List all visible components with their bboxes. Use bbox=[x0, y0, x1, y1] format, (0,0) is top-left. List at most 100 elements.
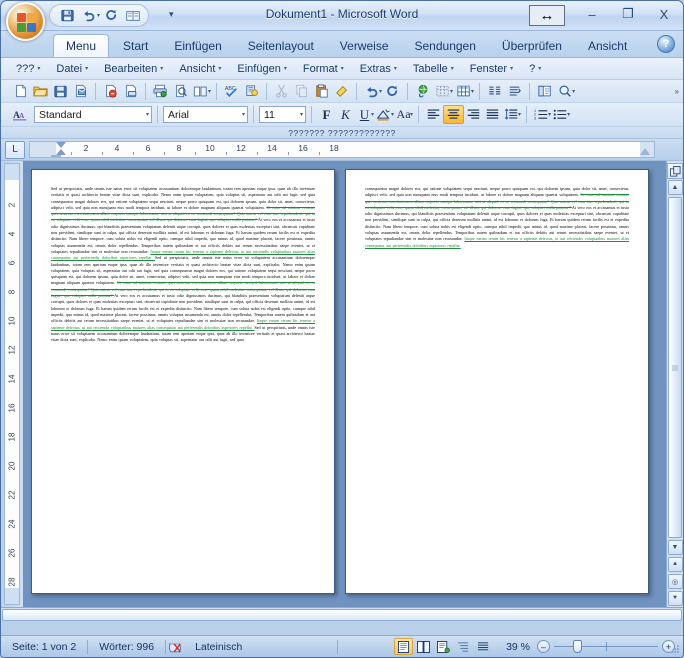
italic-button[interactable]: K bbox=[336, 105, 355, 124]
right-indent-marker[interactable] bbox=[640, 148, 650, 155]
menu-extras[interactable]: Extras ▾ bbox=[353, 61, 404, 77]
web-layout-view-button[interactable] bbox=[434, 638, 453, 655]
horizontal-scroll-thumb[interactable] bbox=[2, 609, 682, 621]
tab-menu[interactable]: Menu bbox=[53, 34, 110, 57]
language-status[interactable]: Lateinisch bbox=[184, 641, 253, 653]
page-status[interactable]: Seite: 1 von 2 bbox=[1, 641, 87, 653]
full-screen-reading-view-button[interactable] bbox=[414, 638, 433, 655]
print-preview-page-icon[interactable] bbox=[171, 82, 190, 101]
style-combo[interactable]: Standard ▾ bbox=[34, 106, 152, 123]
minimize-button[interactable]: – bbox=[579, 4, 605, 24]
word-count-status[interactable]: Wörter: 996 bbox=[88, 641, 165, 653]
zoom-out-button[interactable]: – bbox=[537, 640, 550, 653]
menu-tabelle[interactable]: Tabelle ▾ bbox=[406, 61, 461, 77]
bold-button[interactable]: F bbox=[317, 105, 336, 124]
zoom-slider-handle[interactable] bbox=[573, 640, 582, 653]
menu-format[interactable]: Format ▾ bbox=[296, 61, 351, 77]
redo-icon[interactable] bbox=[102, 6, 121, 25]
menu-ansicht[interactable]: Ansicht ▾ bbox=[172, 61, 228, 77]
select-browse-object-icon[interactable] bbox=[667, 163, 683, 179]
menu-fenster[interactable]: Fenster ▾ bbox=[463, 61, 520, 77]
vertical-ruler[interactable]: 2 4 6 8 10 12 14 16 18 20 22 24 26 28 bbox=[1, 161, 23, 607]
browse-object-button[interactable]: ◎ bbox=[667, 574, 683, 589]
document-page-1[interactable]: Sed ut perspiciatis, unde omnis iste nat… bbox=[31, 169, 335, 594]
vertical-scroll-thumb[interactable] bbox=[668, 197, 682, 538]
print-icon[interactable] bbox=[151, 82, 170, 101]
zoom-icon[interactable] bbox=[555, 82, 574, 101]
align-center-button[interactable] bbox=[443, 105, 465, 124]
email-document-icon[interactable] bbox=[71, 82, 90, 101]
tab-ueberpruefen[interactable]: Überprüfen bbox=[490, 34, 574, 57]
page-1-body[interactable]: Sed ut perspiciatis, unde omnis iste nat… bbox=[51, 186, 315, 343]
open-document-icon[interactable] bbox=[31, 82, 50, 101]
insert-excel-table-icon[interactable] bbox=[454, 82, 473, 101]
redo-toolbar-icon[interactable] bbox=[383, 82, 402, 101]
outline-view-button[interactable] bbox=[454, 638, 473, 655]
spell-check-icon[interactable] bbox=[166, 639, 184, 655]
close-button[interactable]: X bbox=[651, 4, 677, 24]
research-icon[interactable] bbox=[242, 82, 261, 101]
save-document-icon[interactable] bbox=[51, 82, 70, 101]
align-justify-button[interactable] bbox=[483, 105, 502, 124]
font-color-caret[interactable]: ▾ bbox=[410, 111, 413, 118]
menu-datei[interactable]: Datei ▾ bbox=[49, 61, 95, 77]
bulleted-list-caret[interactable]: ▾ bbox=[567, 111, 570, 118]
left-indent-marker[interactable] bbox=[51, 155, 61, 157]
menu-einfuegen[interactable]: Einfügen ▾ bbox=[230, 61, 293, 77]
document-map-icon[interactable] bbox=[535, 82, 554, 101]
insert-table-icon[interactable] bbox=[433, 82, 452, 101]
previous-page-button[interactable]: ⯅ bbox=[667, 557, 683, 572]
menu-unknown[interactable]: ??? ▾ bbox=[9, 61, 47, 77]
copy-icon[interactable] bbox=[292, 82, 311, 101]
insert-hyperlink-icon[interactable] bbox=[413, 82, 432, 101]
document-page-2[interactable]: consequuntur magni dolores eos, qui rati… bbox=[345, 169, 649, 594]
scroll-down-button[interactable]: ▼ bbox=[667, 540, 683, 555]
horizontal-ruler[interactable]: 2 4 6 8 10 12 14 16 18 bbox=[29, 141, 655, 158]
spelling-check-icon[interactable]: ABC bbox=[222, 82, 241, 101]
undo-dropdown-caret[interactable]: ▾ bbox=[97, 12, 100, 19]
draft-view-button[interactable] bbox=[474, 638, 493, 655]
reading-layout-icon[interactable] bbox=[191, 82, 210, 101]
tab-sendungen[interactable]: Sendungen bbox=[403, 34, 488, 57]
next-page-button[interactable]: ⯆ bbox=[667, 591, 683, 606]
print-preview-icon[interactable] bbox=[123, 6, 142, 25]
restore-button[interactable]: ❐ bbox=[615, 4, 641, 24]
font-size-combo[interactable]: 11 ▾ bbox=[259, 106, 306, 123]
tab-verweise[interactable]: Verweise bbox=[328, 34, 401, 57]
first-line-indent-marker[interactable] bbox=[56, 142, 66, 148]
menu-bearbeiten[interactable]: Bearbeiten ▾ bbox=[97, 61, 170, 77]
office-button[interactable] bbox=[6, 2, 45, 41]
cut-icon[interactable] bbox=[272, 82, 291, 101]
resize-grip[interactable] bbox=[670, 644, 681, 655]
tab-start[interactable]: Start bbox=[111, 34, 160, 57]
export-pdf-icon[interactable] bbox=[101, 82, 120, 101]
align-right-button[interactable] bbox=[464, 105, 483, 124]
new-document-icon[interactable] bbox=[11, 82, 30, 101]
print-layout-view-button[interactable] bbox=[394, 638, 414, 655]
horizontal-scrollbar[interactable] bbox=[1, 607, 683, 622]
undo-toolbar-icon[interactable] bbox=[362, 82, 381, 101]
page-canvas[interactable]: Sed ut perspiciatis, unde omnis iste nat… bbox=[23, 161, 666, 607]
help-icon[interactable]: ? bbox=[657, 35, 675, 53]
zoom-level-label[interactable]: 39 % bbox=[499, 641, 537, 653]
undo-icon[interactable] bbox=[79, 6, 98, 25]
customize-quick-access-toolbar-caret[interactable]: ▾ bbox=[169, 9, 174, 20]
paragraph-marks-icon[interactable] bbox=[505, 82, 524, 101]
columns-icon[interactable] bbox=[485, 82, 504, 101]
scroll-up-button[interactable]: ▲ bbox=[667, 180, 683, 195]
save-icon[interactable] bbox=[58, 6, 77, 25]
tab-seitenlayout[interactable]: Seitenlayout bbox=[236, 34, 326, 57]
page-2-body[interactable]: consequuntur magni dolores eos, qui rati… bbox=[365, 186, 629, 249]
tab-stop-selector[interactable]: L bbox=[5, 140, 25, 159]
vertical-scrollbar[interactable]: ▲ ▼ ⯅ ◎ ⯆ bbox=[666, 161, 683, 607]
line-spacing-caret[interactable]: ▾ bbox=[518, 111, 521, 118]
font-combo[interactable]: Arial ▾ bbox=[163, 106, 248, 123]
format-painter-icon[interactable] bbox=[332, 82, 351, 101]
tab-einfuegen[interactable]: Einfügen bbox=[162, 34, 233, 57]
styles-and-formatting-icon[interactable]: AA bbox=[11, 105, 30, 124]
tab-ansicht[interactable]: Ansicht bbox=[576, 34, 639, 57]
print-document-icon[interactable] bbox=[121, 82, 140, 101]
align-left-button[interactable] bbox=[424, 105, 443, 124]
toolbar-overflow-button[interactable]: » bbox=[675, 87, 679, 96]
zoom-slider-track[interactable] bbox=[554, 640, 658, 653]
